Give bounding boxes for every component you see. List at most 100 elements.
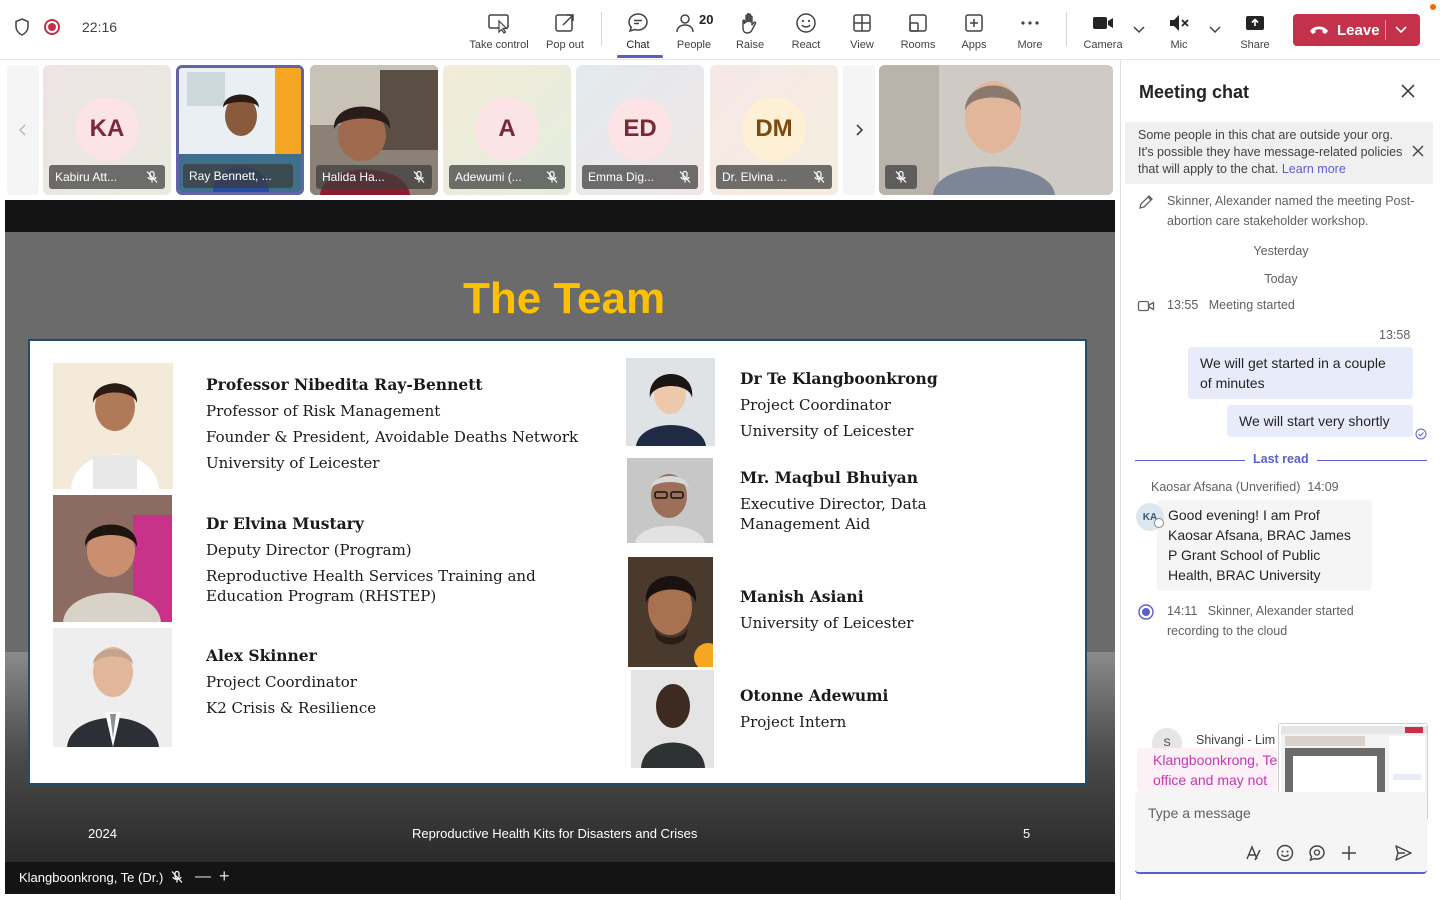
chat-icon xyxy=(628,13,648,33)
share-button[interactable]: Share xyxy=(1224,8,1286,54)
learn-more-link[interactable]: Learn more xyxy=(1282,162,1346,176)
team-member: Professor Nibedita Ray-Bennett Professor… xyxy=(206,375,579,472)
toolbar-separator xyxy=(1066,12,1067,46)
chevron-left-icon xyxy=(18,124,26,136)
meeting-toolbar: 22:16 Take control Pop out Chat 20 Peopl… xyxy=(0,0,1440,60)
meeting-stage: KA Kabiru Att... Ray Bennett, ... Halida… xyxy=(0,60,1120,900)
react-button[interactable]: React xyxy=(775,8,837,54)
zoom-out-icon[interactable]: — xyxy=(195,868,211,886)
team-member: Dr Elvina Mustary Deputy Director (Progr… xyxy=(206,514,536,605)
mic-muted-icon xyxy=(1170,15,1189,31)
more-icon xyxy=(1021,21,1039,25)
avatar: KA xyxy=(75,97,139,161)
mic-muted-icon xyxy=(813,170,825,183)
hang-up-icon xyxy=(1310,26,1328,34)
team-member: Otonne Adewumi Project Intern xyxy=(740,686,889,731)
apps-icon xyxy=(965,14,983,32)
take-control-icon xyxy=(488,14,509,34)
message-compose-box xyxy=(1135,792,1427,874)
date-separator-today: Today xyxy=(1264,272,1298,286)
more-button[interactable]: More xyxy=(999,8,1061,54)
participant-tile-2[interactable]: Ray Bennett, ... xyxy=(176,65,304,195)
self-video-tile[interactable] xyxy=(879,65,1113,195)
participant-name: Adewumi (... xyxy=(455,170,522,184)
participant-tile-1[interactable]: KA Kabiru Att... xyxy=(43,65,171,195)
video-camera-icon xyxy=(1137,300,1155,312)
participant-name: Ray Bennett, ... xyxy=(189,169,272,183)
notification-dot xyxy=(1430,4,1436,10)
participant-name: Kabiru Att... xyxy=(55,170,118,184)
chat-button[interactable]: Chat xyxy=(607,8,669,58)
participant-tile-6[interactable]: DM Dr. Elvina ... xyxy=(710,65,838,195)
incoming-message[interactable]: Good evening! I am Prof Kaosar Afsana, B… xyxy=(1157,500,1372,591)
mic-muted-icon xyxy=(895,170,907,183)
view-button[interactable]: View xyxy=(831,8,893,54)
close-icon[interactable] xyxy=(1399,82,1417,100)
mention-message[interactable]: Klangboonkrong, Te office and may not xyxy=(1137,748,1277,792)
mic-button[interactable]: Mic xyxy=(1148,8,1210,54)
share-icon xyxy=(1246,16,1264,30)
participant-tile-5[interactable]: ED Emma Dig... xyxy=(576,65,704,195)
take-control-button[interactable]: Take control xyxy=(468,8,530,54)
dismiss-banner-close-icon[interactable] xyxy=(1411,144,1425,158)
pencil-icon xyxy=(1139,195,1153,209)
photo-te xyxy=(626,358,715,446)
slide-footer-title: Reproductive Health Kits for Disasters a… xyxy=(412,826,698,841)
my-message[interactable]: We will get started in a couple of minut… xyxy=(1188,347,1413,399)
participant-tile-4[interactable]: A Adewumi (... xyxy=(443,65,571,195)
grid-icon xyxy=(853,14,871,32)
pop-out-icon xyxy=(555,14,574,32)
people-icon xyxy=(676,14,694,33)
message-input[interactable] xyxy=(1148,802,1348,824)
emoji-icon[interactable] xyxy=(1275,843,1295,863)
participant-tile-3[interactable]: Halida Ha... xyxy=(310,65,438,195)
team-card: Professor Nibedita Ray-Bennett Professor… xyxy=(28,339,1087,785)
avatar: A xyxy=(475,97,539,161)
mic-muted-icon xyxy=(413,170,425,183)
format-icon[interactable] xyxy=(1243,843,1263,863)
people-button[interactable]: 20 People xyxy=(663,8,725,54)
hand-icon xyxy=(742,13,757,34)
plus-icon[interactable] xyxy=(1339,843,1359,863)
participant-name: Emma Dig... xyxy=(588,170,655,184)
smiley-icon xyxy=(796,13,816,33)
participant-name: Dr. Elvina ... xyxy=(722,170,787,184)
rooms-icon xyxy=(909,14,927,32)
participant-name: Halida Ha... xyxy=(322,170,385,184)
meeting-timer: 22:16 xyxy=(82,19,118,35)
date-separator-yesterday: Yesterday xyxy=(1253,244,1309,258)
last-read-divider: Last read xyxy=(1135,452,1427,468)
seen-check-icon xyxy=(1415,428,1427,440)
shield-icon xyxy=(15,18,29,36)
strip-previous-button[interactable] xyxy=(7,65,39,195)
slide-page-number: 5 xyxy=(1023,826,1031,841)
apps-button[interactable]: Apps xyxy=(943,8,1005,54)
camera-button[interactable]: Camera xyxy=(1072,8,1134,54)
my-message[interactable]: We will start very shortly xyxy=(1227,405,1413,437)
mic-muted-icon xyxy=(171,870,183,883)
loop-component-icon[interactable] xyxy=(1307,843,1327,863)
photo-alex xyxy=(53,628,172,747)
rename-event: Skinner, Alexander named the meeting Pos… xyxy=(1167,194,1415,228)
meeting-chat-panel: Meeting chat Some people in this chat ar… xyxy=(1120,60,1440,900)
mic-muted-icon xyxy=(146,170,158,183)
presenter-name: Klangboonkrong, Te (Dr.) xyxy=(19,870,164,885)
team-member: Manish Asiani University of Leicester xyxy=(740,587,914,632)
message-sender: Kaosar Afsana (Unverified) 14:09 xyxy=(1151,480,1339,494)
photo-manish xyxy=(628,557,713,667)
rooms-button[interactable]: Rooms xyxy=(887,8,949,54)
camera-icon xyxy=(1093,17,1113,29)
leave-button[interactable]: Leave xyxy=(1293,14,1420,46)
pop-out-button[interactable]: Pop out xyxy=(534,8,596,54)
strip-next-button[interactable] xyxy=(843,65,875,195)
team-member: Dr Te Klangboonkrong Project Coordinator… xyxy=(740,369,938,440)
external-org-banner: Some people in this chat are outside you… xyxy=(1125,122,1433,184)
zoom-in-icon[interactable]: + xyxy=(219,866,230,887)
leave-options-chevron-down-icon[interactable] xyxy=(1394,25,1408,35)
send-icon[interactable] xyxy=(1393,843,1413,863)
presenter-bar: Klangboonkrong, Te (Dr.) — + xyxy=(5,862,1115,894)
mic-options-chevron-down-icon[interactable] xyxy=(1208,24,1222,36)
toolbar-status: 22:16 xyxy=(14,18,117,36)
raise-hand-button[interactable]: Raise xyxy=(719,8,781,54)
camera-options-chevron-down-icon[interactable] xyxy=(1132,24,1146,36)
